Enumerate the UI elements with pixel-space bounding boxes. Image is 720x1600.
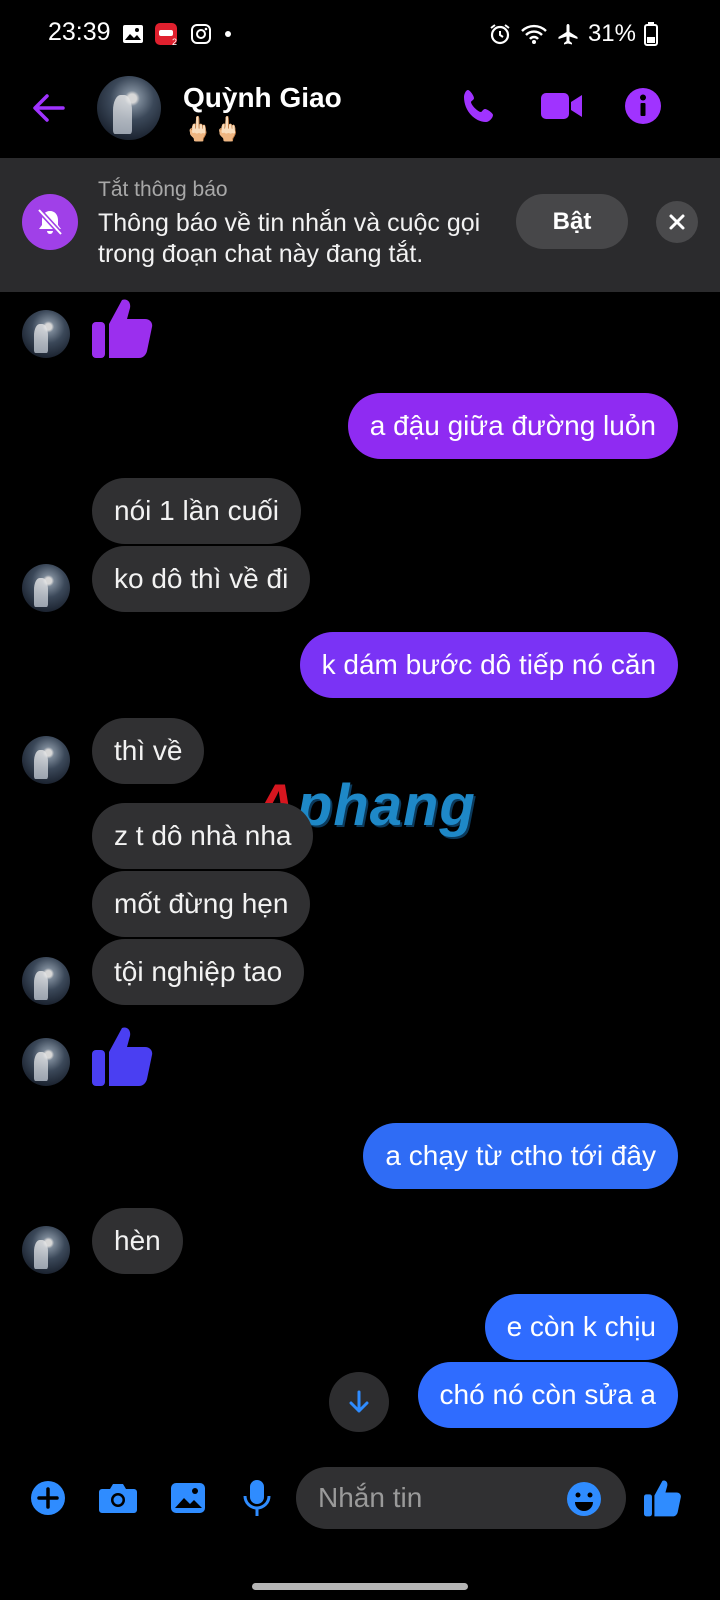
message-bubble-sent[interactable]: k dám bước dô tiếp nó căn [299,632,678,698]
svg-text:2: 2 [172,37,177,46]
instagram-icon [191,24,211,44]
microphone-icon[interactable] [242,1478,272,1518]
wifi-icon [521,24,547,44]
send-like-icon[interactable] [644,1478,682,1518]
status-time: 23:39 [48,18,111,46]
gallery-photo-icon[interactable] [170,1482,206,1514]
message-bubble-received[interactable]: tội nghiệp tao [92,939,305,1005]
battery-percent: 31% [587,20,636,47]
status-notification-icons: 2 [122,22,234,46]
back-arrow-icon[interactable] [30,90,66,126]
status-system-icons: 31% [488,20,658,48]
gallery-icon [123,25,143,43]
add-plus-icon[interactable] [30,1480,66,1516]
scroll-to-bottom-button[interactable] [329,1372,389,1432]
banner-title: Tắt thông báo [98,178,228,201]
battery-icon [644,22,658,46]
emoji-icon[interactable] [566,1481,602,1517]
message-input-placeholder: Nhắn tin [318,1482,423,1513]
message-bubble-received[interactable]: z t dô nhà nha [92,803,314,869]
contact-avatar[interactable] [97,76,161,140]
contact-name[interactable]: Quỳnh Giao [183,82,342,114]
sender-avatar[interactable] [22,310,70,358]
sender-avatar[interactable] [22,1038,70,1086]
dot-icon [225,31,231,37]
camera-icon[interactable] [98,1481,138,1515]
status-bar: 23:39 2 31% [0,0,720,70]
chat-header [0,70,720,158]
arrow-down-icon [349,1390,369,1413]
message-bubble-received[interactable]: mốt đừng hẹn [92,871,311,937]
turn-on-notifications-button[interactable]: Bật [516,194,628,249]
message-bubble-sent[interactable]: a đậu giữa đường luỏn [347,393,678,459]
message-bubble-received[interactable]: hèn [92,1208,183,1274]
banner-text: Thông báo về tin nhắn và cuộc gọi trong … [98,209,481,268]
like-thumbs-up-icon[interactable] [92,296,154,360]
phone-call-icon[interactable] [460,86,500,126]
close-banner-button[interactable] [656,201,698,243]
contact-status-emoji: 🖕🏻🖕🏻 [183,116,243,143]
app-badge-icon: 2 [155,23,177,46]
bell-off-icon [22,194,78,250]
video-call-icon[interactable] [540,88,584,124]
sender-avatar[interactable] [22,564,70,612]
sender-avatar[interactable] [22,736,70,784]
airplane-mode-icon [558,24,578,45]
sender-avatar[interactable] [22,1226,70,1274]
message-bubble-received[interactable]: ko dô thì về đi [92,546,311,612]
message-bubble-sent[interactable]: a chạy từ ctho tới đây [363,1123,678,1189]
message-bubble-received[interactable]: nói 1 lần cuối [92,478,302,544]
sender-avatar[interactable] [22,957,70,1005]
info-icon[interactable] [624,87,662,125]
like-thumbs-up-icon[interactable] [92,1024,154,1088]
close-icon [669,214,685,230]
message-bubble-received[interactable]: thì về [92,718,205,784]
watermark-rest: phang [296,773,476,838]
message-bubble-sent[interactable]: e còn k chịu [484,1294,678,1360]
home-indicator[interactable] [252,1583,468,1590]
message-bubble-sent[interactable]: chó nó còn sửa a [417,1362,678,1428]
alarm-icon [490,24,510,45]
